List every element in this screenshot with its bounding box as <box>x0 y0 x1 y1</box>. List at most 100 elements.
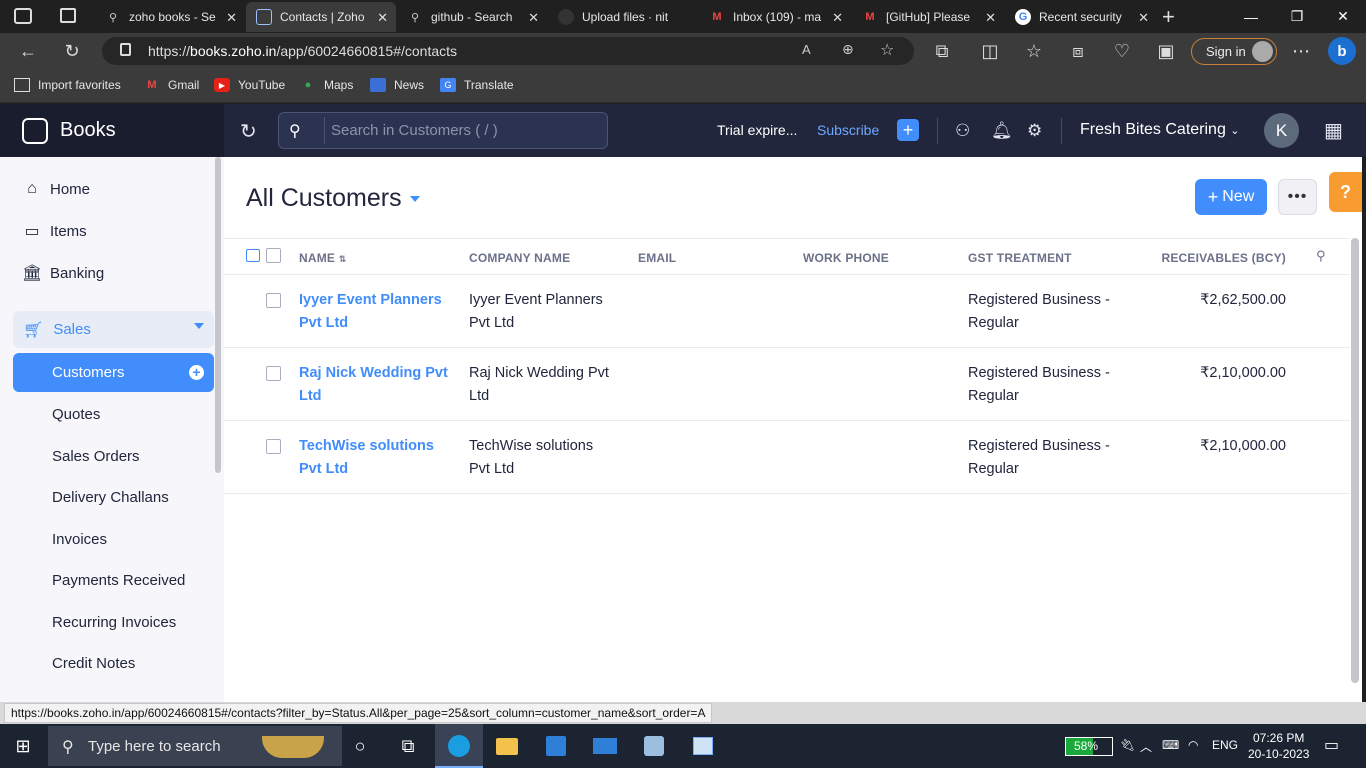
sidebar-icon[interactable]: ▣ <box>1152 39 1180 63</box>
more-actions-button[interactable]: ••• <box>1278 179 1317 215</box>
network-icon[interactable]: ⌨ <box>1162 738 1179 752</box>
column-header-work-phone[interactable]: WORK PHONE <box>803 251 889 265</box>
tab-recent-security[interactable]: G Recent security ✕ <box>1005 2 1157 32</box>
sidebar-item-items[interactable]: ▭ Items <box>22 221 86 241</box>
sidebar-item-sales[interactable]: 🛒︎ Sales <box>13 311 214 348</box>
table-row[interactable]: Raj Nick Wedding Pvt Ltd Raj Nick Weddin… <box>224 348 1350 421</box>
search-input[interactable]: ⚲ Search in Customers ( / ) <box>278 112 608 149</box>
close-icon[interactable]: ✕ <box>226 10 237 26</box>
tab-actions-icon[interactable] <box>60 8 76 23</box>
bell-icon[interactable]: 🔔︎ <box>991 121 1013 141</box>
favorite-star-icon[interactable]: ☆ <box>880 40 894 60</box>
column-header-receivables[interactable]: RECEIVABLES (BCY) <box>1161 251 1286 265</box>
tab-zoho-books-search[interactable]: ⚲ zoho books - Se ✕ <box>95 2 245 32</box>
columns-icon[interactable] <box>246 249 260 262</box>
extensions-icon[interactable]: ⧉ <box>928 39 956 63</box>
customer-name-link[interactable]: Iyyer Event Planners Pvt Ltd <box>299 289 442 335</box>
sidebar-item-credit-notes[interactable]: Credit Notes <box>52 655 135 672</box>
quick-create-button[interactable]: + <box>897 119 919 141</box>
sidebar-item-quotes[interactable]: Quotes <box>52 406 100 423</box>
task-view-icon[interactable]: ⧉ <box>395 734 421 758</box>
close-icon[interactable]: ✕ <box>985 10 996 26</box>
close-window-button[interactable]: ✕ <box>1320 0 1366 33</box>
sidebar-item-customers[interactable]: Customers + <box>13 353 214 392</box>
sign-in-button[interactable]: Sign in <box>1191 38 1277 65</box>
close-icon[interactable]: ✕ <box>528 10 539 26</box>
fav-maps[interactable]: ● Maps <box>300 78 354 92</box>
favorites-icon[interactable]: ☆ <box>1020 39 1048 63</box>
restore-button[interactable]: ❐ <box>1274 0 1320 33</box>
mail-icon[interactable] <box>592 734 618 758</box>
minimize-button[interactable]: — <box>1228 0 1274 33</box>
table-row[interactable]: TechWise solutions Pvt Ltd TechWise solu… <box>224 421 1350 494</box>
language-indicator[interactable]: ENG <box>1212 738 1238 752</box>
workspaces-icon[interactable] <box>14 8 32 24</box>
new-tab-button[interactable]: + <box>1162 4 1175 30</box>
sidebar-item-recurring-invoices[interactable]: Recurring Invoices <box>52 614 176 631</box>
column-header-email[interactable]: EMAIL <box>638 251 676 265</box>
customer-name-link[interactable]: Raj Nick Wedding Pvt Ltd <box>299 362 448 408</box>
refresh-button[interactable]: ↻ <box>58 39 86 63</box>
select-all-checkbox[interactable] <box>266 248 281 263</box>
new-customer-button[interactable]: + New <box>1195 179 1267 215</box>
add-customer-icon[interactable]: + <box>189 365 204 380</box>
taskbar-search-input[interactable]: ⚲ Type here to search <box>48 726 342 766</box>
power-icon[interactable]: 🔌︎ <box>1120 738 1135 752</box>
file-explorer-icon[interactable] <box>494 734 520 758</box>
fav-import-favorites[interactable]: Import favorites <box>14 78 121 92</box>
column-header-name[interactable]: NAME ⇅ <box>299 251 346 265</box>
close-icon[interactable]: ✕ <box>832 10 843 26</box>
sidebar-item-banking[interactable]: 🏛︎ Banking <box>22 263 104 283</box>
sidebar-item-invoices[interactable]: Invoices <box>52 531 107 548</box>
recent-history-icon[interactable]: ↻ <box>240 119 257 144</box>
tab-inbox[interactable]: M Inbox (109) - ma ✕ <box>699 2 851 32</box>
fav-news[interactable]: News <box>370 78 424 92</box>
tab-contacts-zoho[interactable]: Contacts | Zoho ✕ <box>246 2 396 32</box>
photos-icon[interactable] <box>690 734 716 758</box>
help-button[interactable]: ? <box>1329 172 1362 212</box>
customer-name-link[interactable]: TechWise solutions Pvt Ltd <box>299 435 434 481</box>
cortana-icon[interactable]: ○ <box>347 734 373 758</box>
battery-indicator[interactable]: 58% <box>1065 737 1113 756</box>
fav-gmail[interactable]: M Gmail <box>144 78 199 92</box>
users-icon[interactable]: ⚇ <box>955 121 970 141</box>
sidebar-item-home[interactable]: ⌂ Home <box>22 180 90 198</box>
subscribe-link[interactable]: Subscribe <box>817 122 879 138</box>
main-scrollbar[interactable] <box>1351 238 1359 683</box>
row-checkbox[interactable] <box>266 293 281 308</box>
tab-github-search[interactable]: ⚲ github - Search ✕ <box>397 2 547 32</box>
sidebar-item-sales-orders[interactable]: Sales Orders <box>52 448 140 465</box>
more-options-icon[interactable]: ⋯ <box>1287 39 1315 63</box>
address-bar[interactable]: https://books.zoho.in/app/60024660815#/c… <box>102 37 914 65</box>
split-screen-icon[interactable]: ◫ <box>976 39 1004 63</box>
edge-icon[interactable] <box>446 734 472 758</box>
clock[interactable]: 07:26 PM 20-10-2023 <box>1248 730 1309 762</box>
tab-github-please[interactable]: M [GitHub] Please ✕ <box>852 2 1004 32</box>
organization-switcher[interactable]: Fresh Bites Catering ⌄ <box>1080 121 1240 139</box>
view-selector[interactable]: All Customers <box>246 184 420 213</box>
store-icon[interactable] <box>543 734 569 758</box>
table-search-icon[interactable]: ⚲ <box>1316 248 1326 264</box>
search-icon[interactable]: ⚲ <box>289 121 301 141</box>
notification-icon[interactable]: ▭ <box>1324 735 1339 755</box>
back-button[interactable]: ← <box>14 39 42 63</box>
close-icon[interactable]: ✕ <box>377 10 388 26</box>
wifi-icon[interactable]: ◠ <box>1188 738 1198 752</box>
column-header-gst-treatment[interactable]: GST TREATMENT <box>968 251 1072 265</box>
tab-upload-files[interactable]: Upload files · nit <box>548 2 698 32</box>
brand[interactable]: Books <box>0 104 224 157</box>
row-checkbox[interactable] <box>266 366 281 381</box>
table-row[interactable]: Iyyer Event Planners Pvt Ltd Iyyer Event… <box>224 275 1350 348</box>
fav-youtube[interactable]: ▶ YouTube <box>214 78 285 92</box>
apps-grid-icon[interactable]: ▦ <box>1324 118 1343 143</box>
sidebar-item-payments-received[interactable]: Payments Received <box>52 572 185 589</box>
close-icon[interactable]: ✕ <box>1138 10 1149 26</box>
collections-icon[interactable]: ⧈ <box>1064 39 1092 63</box>
avatar[interactable]: K <box>1264 113 1299 148</box>
read-aloud-icon[interactable]: A <box>802 42 811 57</box>
sidebar-scrollbar[interactable] <box>215 157 221 473</box>
app-icon[interactable] <box>641 734 667 758</box>
gear-icon[interactable]: ⚙ <box>1027 121 1042 141</box>
fav-translate[interactable]: G Translate <box>440 78 514 92</box>
row-checkbox[interactable] <box>266 439 281 454</box>
